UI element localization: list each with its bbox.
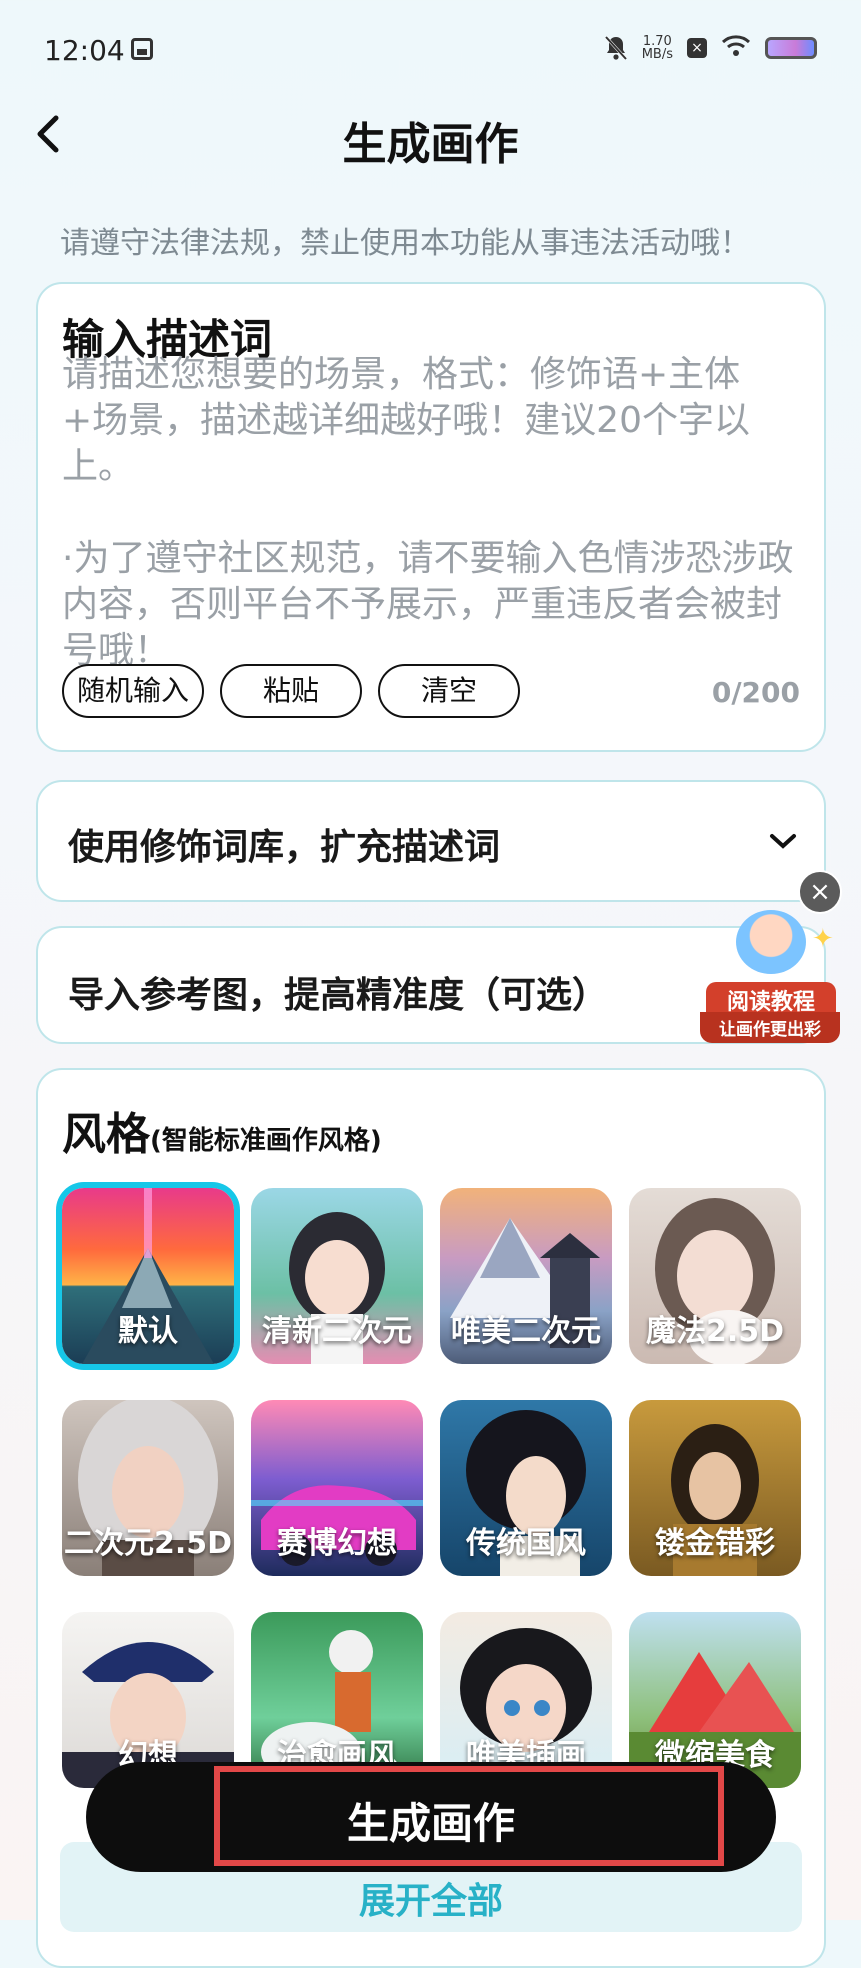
- description-card: 输入描述词 请描述您想要的场景，格式：修饰语+主体+场景，描述越详细越好哦！建议…: [36, 282, 826, 752]
- mascot-image: [736, 910, 806, 974]
- clear-button[interactable]: 清空: [378, 664, 520, 718]
- style-title: 风格(智能标准画作风格): [62, 1109, 382, 1160]
- generate-label: 生成画作: [346, 1799, 515, 1848]
- style-item-traditional-chinese[interactable]: 传统国风: [440, 1400, 612, 1576]
- style-item-gilded[interactable]: 镂金错彩: [629, 1400, 801, 1576]
- notification-x-icon: ×: [687, 38, 707, 58]
- legal-notice: 请遵守法律法规，禁止使用本功能从事违法活动哦！: [60, 226, 750, 261]
- wifi-icon: [721, 34, 751, 62]
- style-item-default[interactable]: 默认: [62, 1188, 234, 1364]
- expand-all-label: 展开全部: [358, 1881, 503, 1922]
- modifier-library-row[interactable]: 使用修饰词库，扩充描述词: [36, 780, 826, 902]
- chevron-down-icon: [768, 826, 798, 856]
- modifier-library-label: 使用修饰词库，扩充描述词: [68, 827, 501, 868]
- page-title: 生成画作: [342, 119, 519, 170]
- paste-button[interactable]: 粘贴: [220, 664, 362, 718]
- network-speed: 1.70 MB/s: [641, 34, 673, 62]
- description-input[interactable]: 请描述您想要的场景，格式：修饰语+主体+场景，描述越详细越好哦！建议20个字以上…: [62, 352, 802, 674]
- battery-icon: [765, 37, 817, 59]
- sparkle-icon: ✦: [812, 924, 834, 954]
- mute-bell-icon: [604, 35, 628, 61]
- sim-icon: [131, 38, 153, 60]
- style-item-magic-25d[interactable]: 魔法2.5D: [629, 1188, 801, 1364]
- style-subtitle: (智能标准画作风格): [150, 1126, 382, 1156]
- char-counter: 0/200: [711, 676, 800, 709]
- random-input-button[interactable]: 随机输入: [62, 664, 204, 718]
- style-item-cyber-fantasy[interactable]: 赛博幻想: [251, 1400, 423, 1576]
- status-bar: 12:04 1.70 MB/s ×: [0, 0, 861, 100]
- header: 生成画作: [0, 100, 861, 210]
- style-item-beautiful-anime[interactable]: 唯美二次元: [440, 1188, 612, 1364]
- reference-image-label: 导入参考图，提高精准度（可选）: [68, 975, 609, 1016]
- style-item-fresh-anime[interactable]: 清新二次元: [251, 1188, 423, 1364]
- tutorial-subtitle: 让画作更出彩: [700, 1012, 840, 1043]
- tutorial-badge[interactable]: ✦ 阅读教程 让画作更出彩: [700, 904, 840, 1044]
- status-time: 12:04: [44, 34, 125, 67]
- style-item-anime-25d[interactable]: 二次元2.5D: [62, 1400, 234, 1576]
- generate-button[interactable]: 生成画作: [86, 1762, 776, 1872]
